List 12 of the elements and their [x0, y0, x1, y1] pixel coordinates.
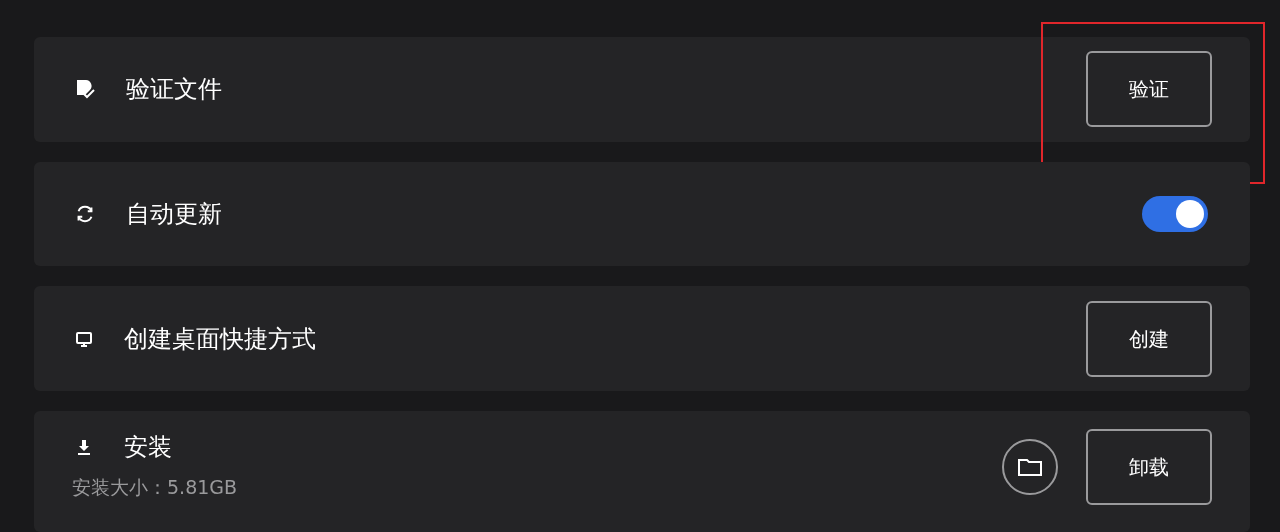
- setting-label: 创建桌面快捷方式: [124, 323, 316, 355]
- folder-button[interactable]: [1002, 439, 1058, 496]
- setting-label: 自动更新: [126, 199, 222, 231]
- setting-label: 验证文件: [126, 74, 222, 106]
- action-button[interactable]: 卸载: [1086, 429, 1212, 506]
- install-size: 安装大小：5.81GB: [72, 475, 238, 501]
- folder-icon: [1017, 456, 1043, 479]
- action-button[interactable]: 验证: [1086, 51, 1212, 128]
- toggle-switch[interactable]: [1142, 196, 1208, 233]
- file-check-icon: [74, 78, 96, 101]
- action-button[interactable]: 创建: [1086, 300, 1212, 377]
- setting-label: 安装: [124, 432, 172, 464]
